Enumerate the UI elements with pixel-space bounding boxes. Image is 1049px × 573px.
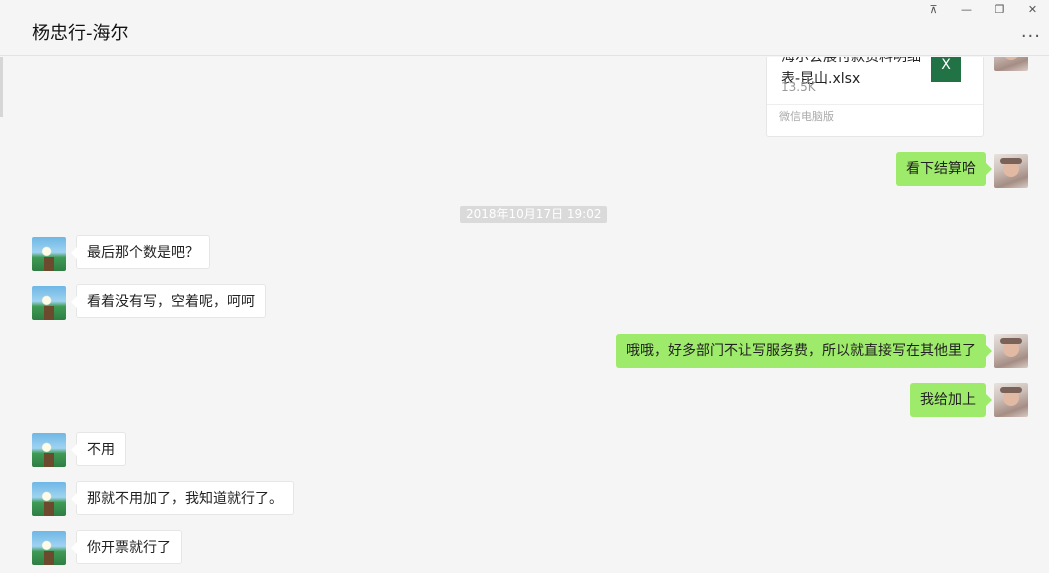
message-list: 海尔会展付款资料明细表-昆山.xlsx 13.5K X 微信电脑版 看下结算哈 … <box>0 57 1049 573</box>
message-bubble-self[interactable]: 哦哦，好多部门不让写服务费，所以就直接写在其他里了 <box>616 334 992 368</box>
message-bubble-peer[interactable]: 看着没有写，空着呢，呵呵 <box>71 284 266 318</box>
restore-icon[interactable]: ❐ <box>983 0 1016 18</box>
peer-avatar[interactable] <box>32 531 66 565</box>
excel-file-icon: X <box>931 57 961 82</box>
peer-avatar[interactable] <box>32 237 66 271</box>
pin-icon[interactable]: ⊼ <box>917 0 950 18</box>
message-timestamp: 2018年10月17日 19:02 <box>460 206 608 223</box>
chat-header: 杨忠行-海尔 ⊼ — ❐ ✕ ··· <box>0 0 1049 56</box>
more-options-icon[interactable]: ··· <box>1021 26 1041 47</box>
message-bubble-peer[interactable]: 最后那个数是吧？ <box>71 235 210 269</box>
message-bubble-self[interactable]: 看下结算哈 <box>896 152 992 186</box>
message-bubble-peer[interactable]: 你开票就行了 <box>71 530 182 564</box>
chat-window: 杨忠行-海尔 ⊼ — ❐ ✕ ··· 海尔会展付款资料明细表-昆山.xlsx 1… <box>0 0 1049 573</box>
file-message-card[interactable]: 海尔会展付款资料明细表-昆山.xlsx 13.5K X 微信电脑版 <box>766 57 984 137</box>
file-source-label: 微信电脑版 <box>767 104 983 128</box>
message-bubble-peer[interactable]: 那就不用加了，我知道就行了。 <box>71 481 294 515</box>
window-controls: ⊼ — ❐ ✕ <box>917 0 1049 18</box>
self-avatar[interactable] <box>994 383 1028 417</box>
self-avatar[interactable] <box>994 334 1028 368</box>
chat-title: 杨忠行-海尔 <box>32 23 129 44</box>
message-bubble-self[interactable]: 我给加上 <box>910 383 992 417</box>
peer-avatar[interactable] <box>32 482 66 516</box>
peer-avatar[interactable] <box>32 286 66 320</box>
peer-avatar[interactable] <box>32 433 66 467</box>
self-avatar[interactable] <box>994 57 1028 71</box>
file-size: 13.5K <box>781 80 816 94</box>
message-bubble-peer[interactable]: 不用 <box>71 432 126 466</box>
self-avatar[interactable] <box>994 154 1028 188</box>
close-icon[interactable]: ✕ <box>1016 0 1049 18</box>
minimize-icon[interactable]: — <box>950 0 983 18</box>
